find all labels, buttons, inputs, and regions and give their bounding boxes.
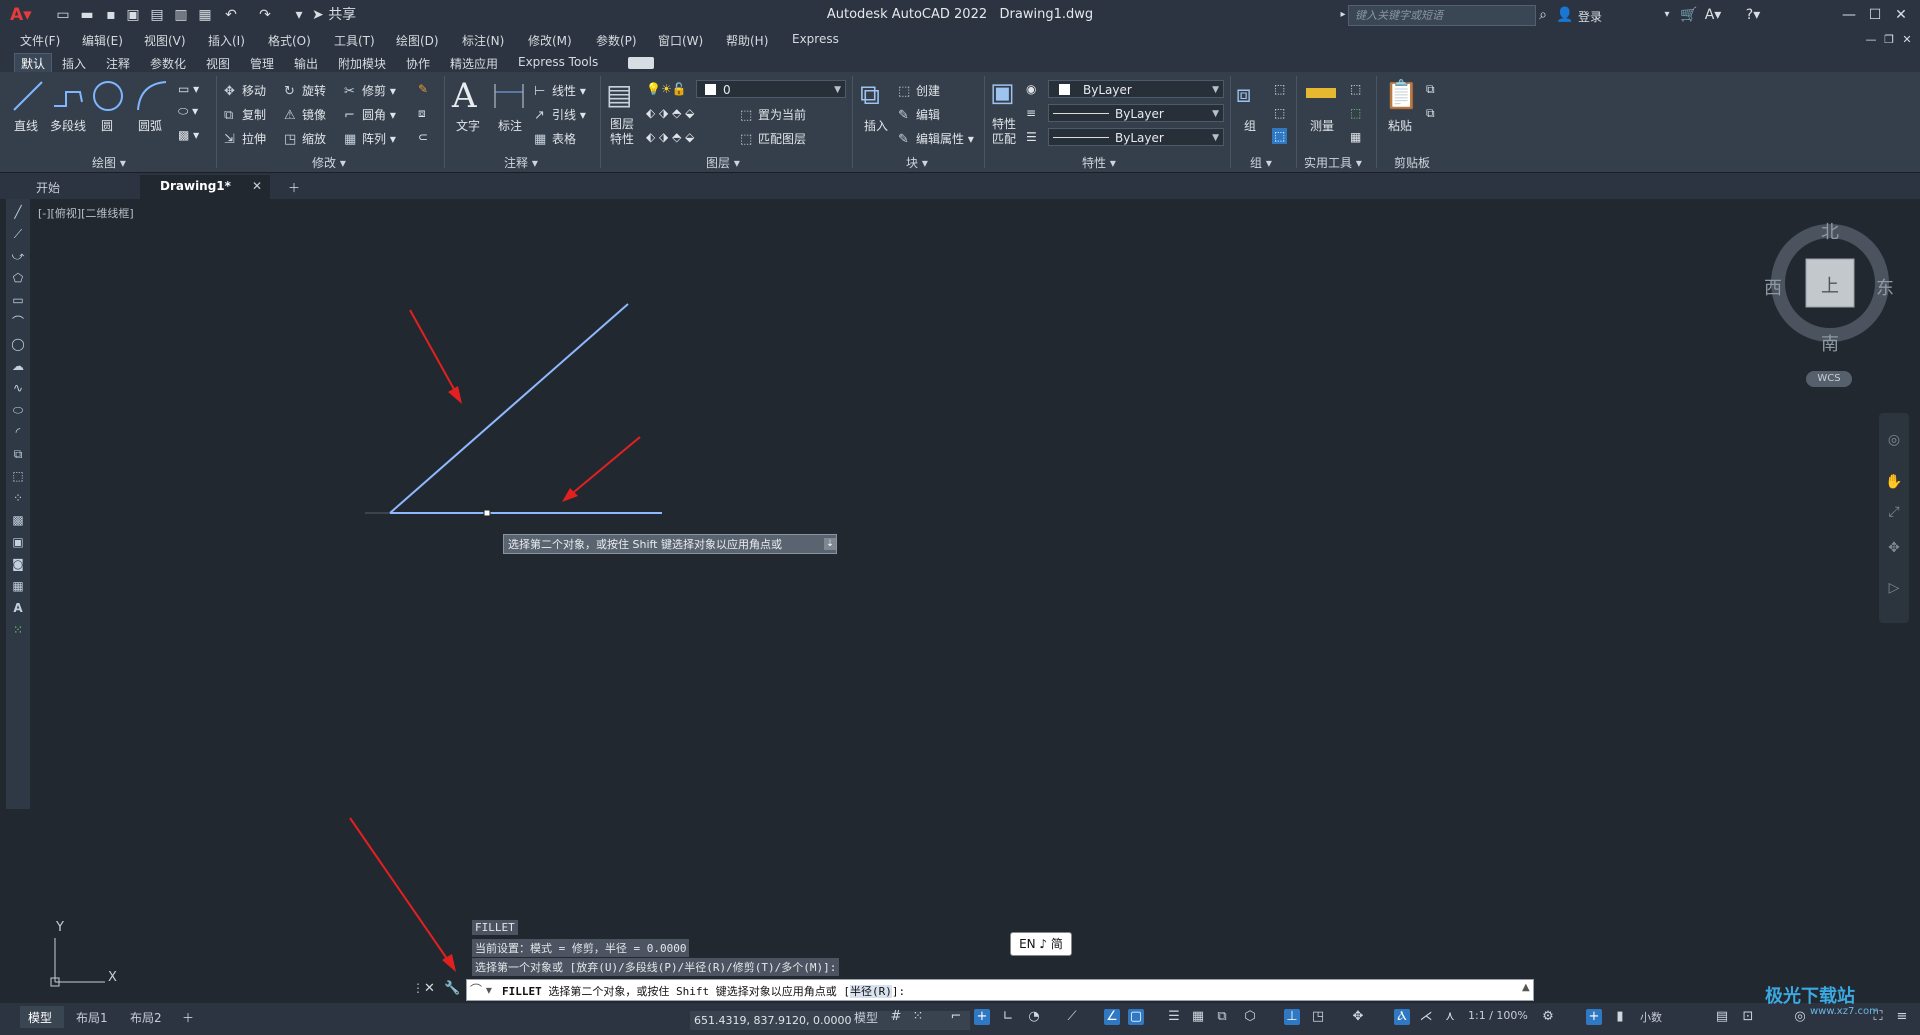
transparency-icon[interactable]: ▦ [1190, 1009, 1206, 1025]
command-tooltip: 选择第二个对象，或按住 Shift 键选择对象以应用角点或 [503, 534, 837, 554]
customization-icon[interactable]: ≡ [1894, 1009, 1910, 1025]
annotation-visibility-icon[interactable]: Ⲁ [1394, 1009, 1410, 1025]
viewcube-west[interactable]: 西 [1764, 274, 1782, 300]
object-snap-tracking-icon[interactable]: ∠ [1104, 1009, 1120, 1025]
history-line-3: 选择第一个对象或 [放弃(U)/多段线(P)/半径(R)/修剪(T)/多个(M)… [472, 958, 840, 976]
gizmo-icon[interactable]: ✥ [1350, 1009, 1366, 1025]
viewcube-top[interactable]: 上 [1821, 272, 1839, 298]
red-arrow-3 [349, 817, 453, 967]
steering-wheel-icon[interactable]: ◎ [1884, 432, 1904, 452]
command-prompt-suffix: ]: [891, 985, 906, 998]
annotation-scale-icon[interactable]: ⋏ [1442, 1009, 1458, 1025]
tooltip-expand-icon[interactable]: ⇣ [824, 538, 836, 550]
red-arrow-3-head [442, 954, 456, 972]
viewcube-north[interactable]: 北 [1821, 218, 1839, 244]
pan-icon[interactable]: ✋ [1884, 474, 1904, 494]
annotation-monitor-icon[interactable]: + [1586, 1009, 1602, 1025]
dynamic-ucs-icon[interactable]: ⊥ [1284, 1009, 1300, 1025]
infer-constraints-icon[interactable]: ⌐ [948, 1009, 964, 1025]
red-arrow-1-head [448, 386, 462, 404]
isodraft-icon[interactable]: ⟋ [1064, 1009, 1080, 1025]
orbit-icon[interactable]: ✥ [1884, 540, 1904, 560]
cmdline-history-icon[interactable]: ▲ [1522, 982, 1530, 993]
model-space-toggle[interactable]: 模型 [854, 1009, 878, 1026]
units-icon[interactable]: ▮ [1612, 1009, 1628, 1025]
quick-properties-icon[interactable]: ▤ [1714, 1009, 1730, 1025]
ortho-icon[interactable]: ∟ [1000, 1009, 1016, 1025]
viewcube-east[interactable]: 东 [1876, 274, 1894, 300]
drawing-canvas[interactable] [0, 0, 1920, 1035]
lineweight-display-icon[interactable]: ☰ [1166, 1009, 1182, 1025]
coordinate-readout[interactable]: 651.4319, 837.9120, 0.0000 [690, 1011, 970, 1030]
units-dropdown[interactable]: 小数 [1640, 1009, 1662, 1025]
angled-line [389, 303, 629, 514]
command-name: FILLET [502, 985, 542, 998]
history-line-2: 当前设置：模式 = 修剪，半径 = 0.0000 [472, 939, 690, 957]
wcs-menu[interactable]: WCS [1806, 371, 1852, 387]
polar-tracking-icon[interactable]: ◔ [1026, 1009, 1042, 1025]
showmotion-icon[interactable]: ▷ [1884, 580, 1904, 600]
workspace-gear-icon[interactable]: ⚙ [1540, 1009, 1556, 1025]
command-option-radius[interactable]: 半径(R) [849, 985, 892, 998]
cmdline-customize-icon[interactable]: 🔧 [444, 981, 460, 996]
recent-commands-icon[interactable]: ⌒ ▾ [470, 981, 492, 998]
zoom-extents-icon[interactable]: ⤢ [1884, 504, 1904, 524]
cmdline-grip-icon[interactable]: ⋮ [412, 981, 424, 995]
selection-cycling-icon[interactable]: ⧉ [1214, 1009, 1230, 1025]
command-prompt-text: 选择第二个对象，或按住 Shift 键选择对象以应用角点或 [ [548, 985, 850, 998]
object-snap-icon[interactable]: ▢ [1128, 1009, 1144, 1025]
watermark-logo: 极光下载站 [1765, 986, 1855, 1007]
history-line-1: FILLET [472, 920, 518, 935]
grid-icon[interactable]: # [888, 1009, 904, 1025]
dynamic-input-icon[interactable]: + [974, 1009, 990, 1025]
ucs-y-label: Y [56, 920, 64, 935]
layout-tab-model-label: 模型 [28, 1011, 53, 1025]
red-arrow-2 [567, 436, 641, 498]
cursor-pickbox [483, 509, 491, 517]
cmdline-close-icon[interactable]: ✕ [424, 981, 435, 996]
viewcube-south[interactable]: 南 [1821, 330, 1839, 356]
layout-tab-1[interactable]: 布局1 [76, 1009, 108, 1026]
snap-icon[interactable]: ⁙ [910, 1009, 926, 1025]
isolate-objects-icon[interactable]: ◎ [1792, 1009, 1808, 1025]
selection-filter-icon[interactable]: ◳ [1310, 1009, 1326, 1025]
command-prompt: FILLET 选择第二个对象，或按住 Shift 键选择对象以应用角点或 [半径… [502, 983, 905, 999]
3d-osnap-icon[interactable]: ⬡ [1242, 1009, 1258, 1025]
red-arrow-1 [409, 309, 461, 401]
add-layout-icon[interactable]: ＋ [182, 1009, 194, 1026]
auto-scale-icon[interactable]: ⋌ [1418, 1009, 1434, 1025]
ucs-x-label: X [108, 970, 117, 985]
lock-ui-icon[interactable]: ⊡ [1740, 1009, 1756, 1025]
ime-indicator[interactable]: EN ♪ 简 [1010, 932, 1072, 956]
layout-tab-2[interactable]: 布局2 [130, 1009, 162, 1026]
annotation-scale[interactable]: 1:1 / 100% [1468, 1009, 1528, 1022]
watermark-url: www.xz7.com [1810, 1006, 1879, 1017]
